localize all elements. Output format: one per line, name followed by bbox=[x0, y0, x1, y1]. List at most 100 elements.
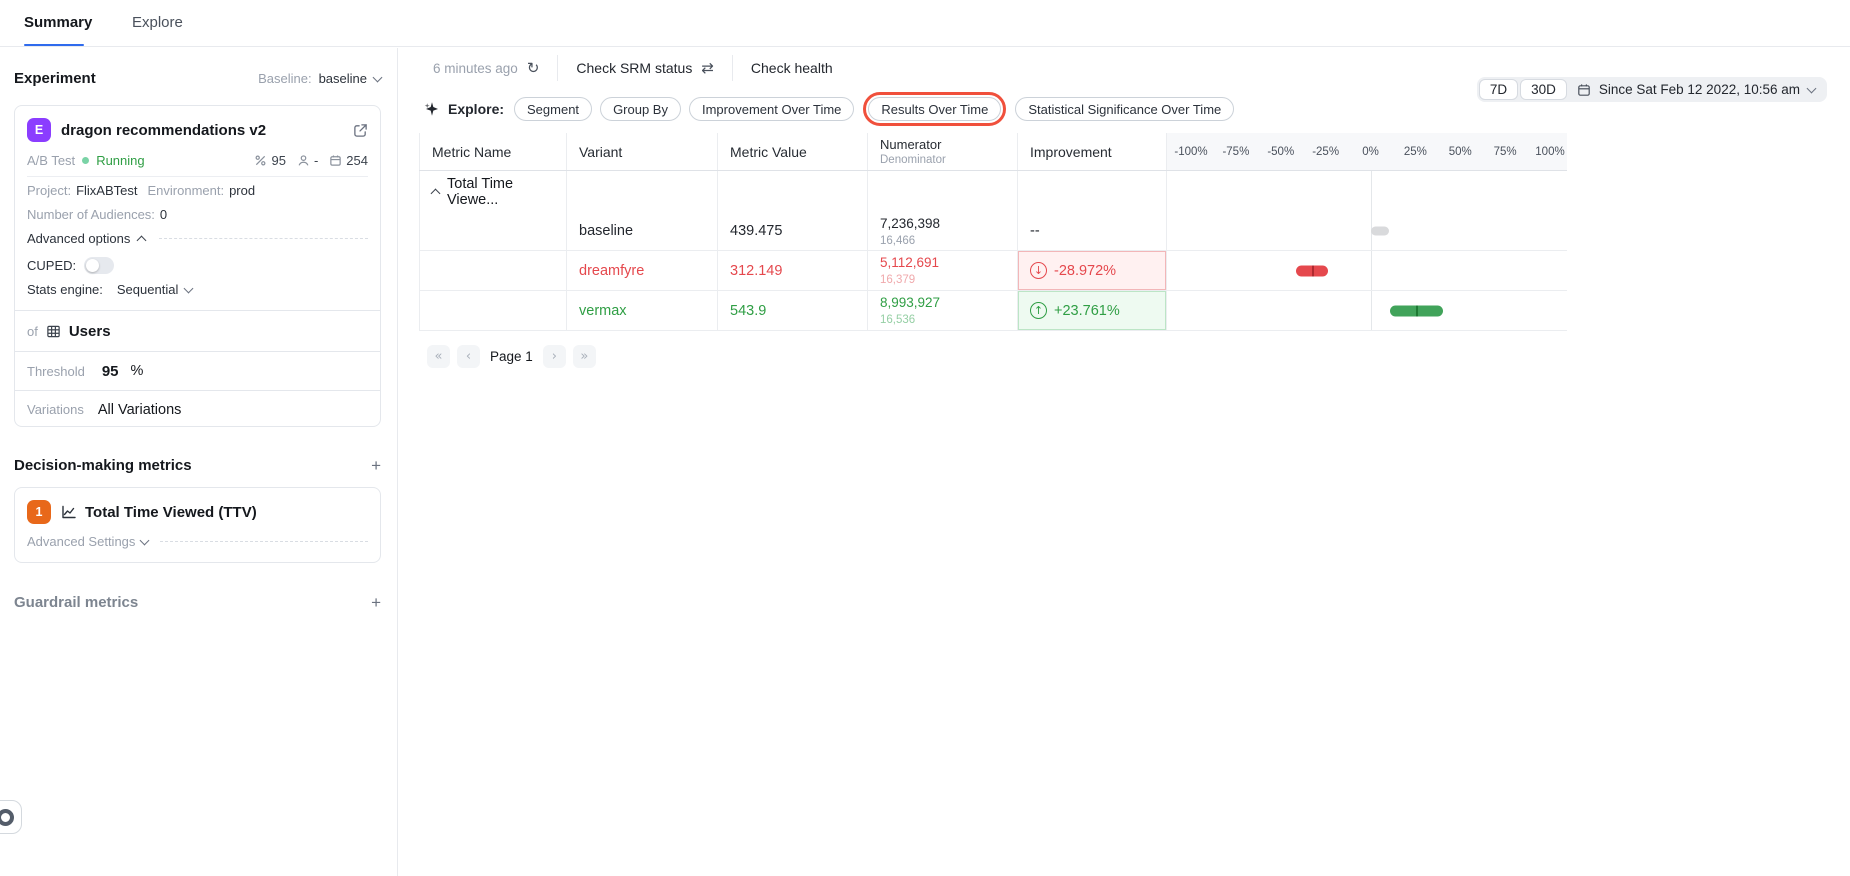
add-decision-metric-button[interactable]: + bbox=[371, 457, 381, 474]
preset-30d-button[interactable]: 30D bbox=[1520, 79, 1567, 100]
unit-type-value: Users bbox=[69, 323, 111, 340]
user-icon bbox=[297, 154, 310, 167]
table-header-row: Metric Name Variant Metric Value Numerat… bbox=[419, 133, 1567, 171]
collapse-chevron-icon[interactable] bbox=[431, 188, 441, 198]
first-page-button[interactable]: « bbox=[427, 345, 450, 368]
days-value: 254 bbox=[346, 153, 368, 168]
table-row-baseline: baseline 439.475 7,236,398 16,466 -- bbox=[419, 212, 1567, 251]
variations-row[interactable]: Variations All Variations bbox=[15, 390, 380, 428]
days-stat: 254 bbox=[329, 153, 368, 168]
cuped-toggle[interactable] bbox=[84, 257, 114, 274]
audiences-value: 0 bbox=[160, 207, 167, 222]
confidence-interval-bar bbox=[1390, 305, 1443, 316]
col-metric-name: Metric Name bbox=[419, 133, 566, 170]
metric-group-cell[interactable]: Total Time Viewe... bbox=[419, 171, 566, 212]
environment-label: Environment: bbox=[147, 183, 224, 198]
experiment-sidebar: Experiment Baseline: baseline E dragon r… bbox=[0, 48, 398, 876]
next-page-button[interactable]: › bbox=[543, 345, 566, 368]
explore-chip-group-by[interactable]: Group By bbox=[600, 97, 681, 121]
results-table: Metric Name Variant Metric Value Numerat… bbox=[419, 133, 1567, 331]
baseline-value: baseline bbox=[319, 71, 367, 86]
explore-chip-statistical-significance[interactable]: Statistical Significance Over Time bbox=[1015, 97, 1234, 121]
ci-mean-marker bbox=[1416, 305, 1418, 316]
experiment-status-row: A/B Test Running 95 - 254 bbox=[27, 153, 368, 168]
improvement-cell: ↓ -28.972% bbox=[1017, 251, 1166, 290]
chevron-down-icon bbox=[373, 72, 383, 82]
calendar-icon bbox=[329, 154, 342, 167]
variant-name: baseline bbox=[566, 212, 717, 250]
split-value: 95 bbox=[271, 153, 285, 168]
confidence-interval-bar bbox=[1371, 227, 1389, 236]
experiment-mini-stats: 95 - 254 bbox=[254, 153, 368, 168]
explore-icon bbox=[424, 101, 440, 117]
toolbar-divider bbox=[732, 55, 733, 81]
threshold-unit: % bbox=[131, 363, 144, 379]
metric-name: Total Time Viewed (TTV) bbox=[85, 504, 257, 521]
stats-engine-dropdown[interactable]: Sequential bbox=[117, 282, 192, 297]
preset-7d-button[interactable]: 7D bbox=[1479, 79, 1518, 100]
advanced-options-toggle[interactable]: Advanced options bbox=[27, 231, 368, 246]
experiment-badge: E bbox=[27, 118, 51, 142]
advanced-settings-toggle[interactable]: Advanced Settings bbox=[27, 534, 368, 549]
zero-gridline bbox=[1371, 171, 1372, 212]
pagination: « ‹ Page 1 › » bbox=[427, 345, 596, 368]
stats-engine-value: Sequential bbox=[117, 282, 178, 297]
stats-engine-row: Stats engine: Sequential bbox=[27, 282, 368, 297]
experiment-section-header: Experiment Baseline: baseline bbox=[14, 70, 381, 87]
col-numerator-denominator: Numerator Denominator bbox=[867, 133, 1017, 170]
metric-value: 439.475 bbox=[717, 212, 867, 250]
explore-chip-segment[interactable]: Segment bbox=[514, 97, 592, 121]
improvement-value: -28.972% bbox=[1054, 263, 1116, 279]
axis-tick-label: 0% bbox=[1362, 146, 1379, 158]
external-link-icon[interactable] bbox=[353, 123, 368, 138]
calendar-icon bbox=[1577, 83, 1591, 97]
users-value: - bbox=[314, 153, 318, 168]
metric-value: 543.9 bbox=[717, 291, 867, 330]
improvement-cell: ↑ +23.761% bbox=[1017, 291, 1166, 330]
date-range-dropdown[interactable]: Since Sat Feb 12 2022, 10:56 am bbox=[1567, 82, 1825, 97]
tab-explore[interactable]: Explore bbox=[132, 0, 183, 46]
axis-tick-label: -100% bbox=[1174, 146, 1207, 158]
variations-label: Variations bbox=[27, 402, 84, 417]
add-guardrail-metric-button[interactable]: + bbox=[371, 594, 381, 611]
project-label: Project: bbox=[27, 183, 71, 198]
help-widget-button[interactable] bbox=[0, 800, 22, 834]
last-page-button[interactable]: » bbox=[573, 345, 596, 368]
numerator-denominator-cell: 8,993,927 16,536 bbox=[867, 291, 1017, 330]
tab-summary[interactable]: Summary bbox=[24, 0, 92, 46]
percent-icon bbox=[254, 154, 267, 167]
arrow-up-circle-icon: ↑ bbox=[1030, 302, 1047, 319]
explore-chip-improvement-over-time[interactable]: Improvement Over Time bbox=[689, 97, 854, 121]
card-divider bbox=[27, 176, 368, 177]
numerator-value: 5,112,691 bbox=[880, 255, 939, 270]
unit-type-row[interactable]: of Users bbox=[15, 310, 380, 351]
prev-page-button[interactable]: ‹ bbox=[457, 345, 480, 368]
metric-group-row: Total Time Viewe... bbox=[419, 171, 1567, 212]
baseline-dropdown[interactable]: Baseline: baseline bbox=[258, 71, 381, 86]
denominator-value: 16,466 bbox=[880, 235, 915, 247]
zero-gridline bbox=[1371, 291, 1372, 330]
chevron-down-icon bbox=[1807, 83, 1817, 93]
numerator-value: 7,236,398 bbox=[880, 216, 940, 231]
top-tab-bar: Summary Explore bbox=[0, 0, 1850, 47]
explore-chip-results-over-time[interactable]: Results Over Time bbox=[868, 97, 1001, 121]
axis-tick-label: -25% bbox=[1312, 146, 1339, 158]
page-indicator: Page 1 bbox=[490, 349, 533, 364]
audiences-row: Number of Audiences: 0 bbox=[27, 207, 368, 222]
dashed-divider bbox=[160, 541, 368, 542]
arrow-down-circle-icon: ↓ bbox=[1030, 262, 1047, 279]
metric-rank-badge: 1 bbox=[27, 500, 51, 524]
numerator-value: 8,993,927 bbox=[880, 295, 940, 310]
threshold-value[interactable]: 95 bbox=[102, 363, 119, 380]
check-health-button[interactable]: Check health bbox=[751, 60, 833, 76]
experiment-section-title: Experiment bbox=[14, 70, 96, 87]
check-srm-button[interactable]: Check SRM status bbox=[576, 60, 692, 76]
chart-axis-header: -100%-75%-50%-25%0%25%50%75%100% bbox=[1166, 133, 1567, 170]
date-range-bar: 7D 30D Since Sat Feb 12 2022, 10:56 am bbox=[1477, 77, 1827, 102]
refresh-icon[interactable]: ↻ bbox=[527, 61, 540, 76]
explore-toolbar: Explore: Segment Group By Improvement Ov… bbox=[424, 97, 1234, 121]
sync-icon[interactable]: ⇄ bbox=[701, 61, 714, 76]
decision-metrics-header: Decision-making metrics + bbox=[14, 457, 381, 474]
active-tab-underline bbox=[24, 44, 84, 47]
improvement-value: +23.761% bbox=[1054, 303, 1120, 319]
